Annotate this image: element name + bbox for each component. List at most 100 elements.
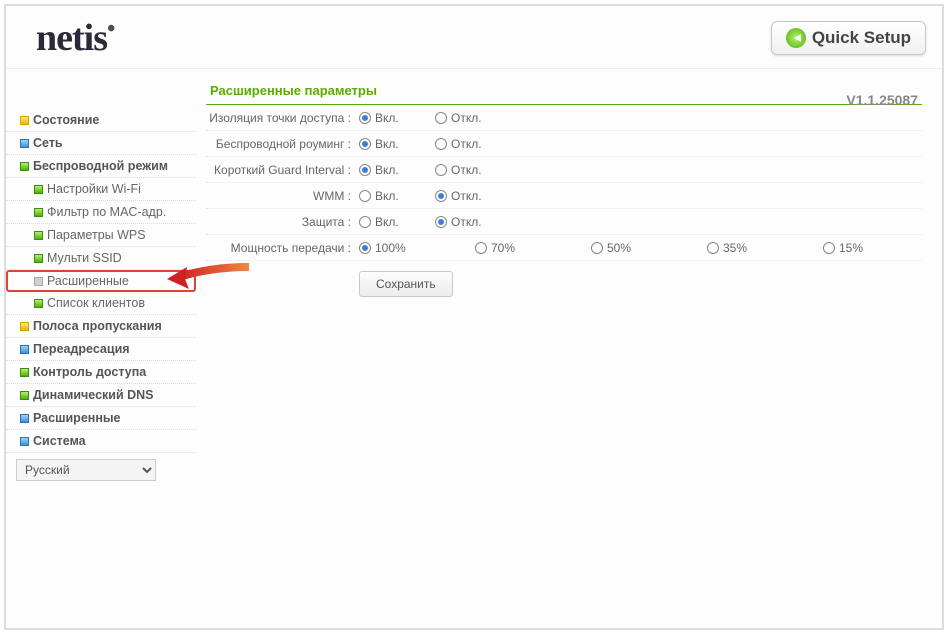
setting-label: WMM : [206,189,351,203]
radio-label: 35% [723,241,747,255]
radio-label: Откл. [451,163,482,177]
radio-option-on[interactable]: Вкл. [359,215,417,229]
radio-option-off[interactable]: Откл. [435,215,493,229]
bullet-icon [34,299,43,308]
quick-setup-button[interactable]: Quick Setup [771,21,926,55]
bullet-icon [20,414,29,423]
sidebar-subitem[interactable]: Список клиентов [6,292,196,315]
radio-icon [359,112,371,124]
sidebar-item[interactable]: Состояние [6,109,196,132]
radio-label: 70% [491,241,515,255]
sidebar-item[interactable]: Полоса пропускания [6,315,196,338]
sidebar-item-label: Сеть [33,136,63,150]
radio-icon [359,242,371,254]
setting-row-txpower: Мощность передачи : 100% 70% 50% 35% 15% [206,235,922,261]
radio-option-on[interactable]: Вкл. [359,137,417,151]
bullet-icon [34,277,43,286]
radio-label: 100% [375,241,406,255]
setting-row: Изоляция точки доступа :Вкл.Откл. [206,105,922,131]
radio-label: Вкл. [375,111,399,125]
bullet-icon [20,116,29,125]
setting-label: Беспроводной роуминг : [206,137,351,151]
radio-label: Откл. [451,111,482,125]
sidebar-item-label: Расширенные [33,411,121,425]
radio-icon [823,242,835,254]
sidebar-item-label: Контроль доступа [33,365,146,379]
sidebar-subitem-label: Список клиентов [47,296,145,310]
sidebar: Состояние Сеть Беспроводной режим Настройки… [6,69,196,625]
radio-option-on[interactable]: Вкл. [359,189,417,203]
radio-icon [435,164,447,176]
panel-title: Расширенные параметры [206,79,922,105]
sidebar-subitem[interactable]: Фильтр по MAC-адр. [6,201,196,224]
save-button[interactable]: Сохранить [359,271,453,297]
sidebar-item[interactable]: Расширенные [6,407,196,430]
sidebar-subitem[interactable]: Расширенные [6,270,196,292]
radio-option-on[interactable]: Вкл. [359,111,417,125]
sidebar-item[interactable]: Динамический DNS [6,384,196,407]
sidebar-item[interactable]: Беспроводной режим [6,155,196,178]
bullet-icon [20,391,29,400]
sidebar-subitem-label: Мульти SSID [47,251,122,265]
setting-row: Короткий Guard Interval : Вкл. Откл. [206,157,922,183]
radio-label: Откл. [451,215,482,229]
sidebar-subitem[interactable]: Мульти SSID [6,247,196,270]
setting-label: Мощность передачи : [206,241,351,255]
radio-label: 50% [607,241,631,255]
firmware-version: V1.1.25087 [846,92,918,108]
bullet-icon [34,254,43,263]
radio-option-off[interactable]: Откл. [435,163,493,177]
radio-option-off[interactable]: Откл. [435,189,493,203]
sidebar-item-label: Полоса пропускания [33,319,162,333]
sidebar-item-label: Динамический DNS [33,388,154,402]
radio-label: Вкл. [375,137,399,151]
radio-option-power[interactable]: 50% [591,241,661,255]
radio-label: Откл. [451,137,482,151]
sidebar-item-label: Система [33,434,86,448]
sidebar-item[interactable]: Система [6,430,196,453]
radio-icon [359,190,371,202]
bullet-icon [34,185,43,194]
radio-label: Вкл. [375,215,399,229]
radio-option-power[interactable]: 70% [475,241,545,255]
radio-option-power[interactable]: 15% [823,241,893,255]
sidebar-item-label: Беспроводной режим [33,159,168,173]
sidebar-item[interactable]: Сеть [6,132,196,155]
bullet-icon [20,437,29,446]
radio-option-off[interactable]: Откл. [435,111,493,125]
radio-icon [707,242,719,254]
sidebar-subitem-label: Фильтр по MAC-адр. [47,205,166,219]
radio-icon [591,242,603,254]
radio-option-on[interactable]: Вкл. [359,163,417,177]
radio-icon [359,138,371,150]
brand-logo: netis• [36,16,114,60]
bullet-icon [20,368,29,377]
radio-option-power[interactable]: 100% [359,241,429,255]
sidebar-subitem-label: Параметры WPS [47,228,146,242]
setting-row: Защита : Вкл. Откл. [206,209,922,235]
setting-label: Защита : [206,215,351,229]
sidebar-subitem[interactable]: Параметры WPS [6,224,196,247]
radio-label: Вкл. [375,163,399,177]
radio-icon [359,216,371,228]
sidebar-item[interactable]: Переадресация [6,338,196,361]
sidebar-subitem-label: Настройки Wi-Fi [47,182,141,196]
radio-option-off[interactable]: Откл. [435,137,493,151]
radio-icon [359,164,371,176]
bullet-icon [34,208,43,217]
sidebar-item[interactable]: Контроль доступа [6,361,196,384]
setting-row: Беспроводной роуминг : Вкл. Откл. [206,131,922,157]
bullet-icon [34,231,43,240]
radio-label: Вкл. [375,189,399,203]
language-select[interactable]: Русский [16,459,156,481]
sidebar-item-label: Переадресация [33,342,130,356]
radio-label: Откл. [451,189,482,203]
sidebar-item-label: Состояние [33,113,99,127]
sidebar-subitem[interactable]: Настройки Wi-Fi [6,178,196,201]
radio-label: 15% [839,241,863,255]
setting-label: Короткий Guard Interval : [206,163,351,177]
radio-option-power[interactable]: 35% [707,241,777,255]
sidebar-subitem-label: Расширенные [47,274,129,288]
bullet-icon [20,162,29,171]
bullet-icon [20,139,29,148]
